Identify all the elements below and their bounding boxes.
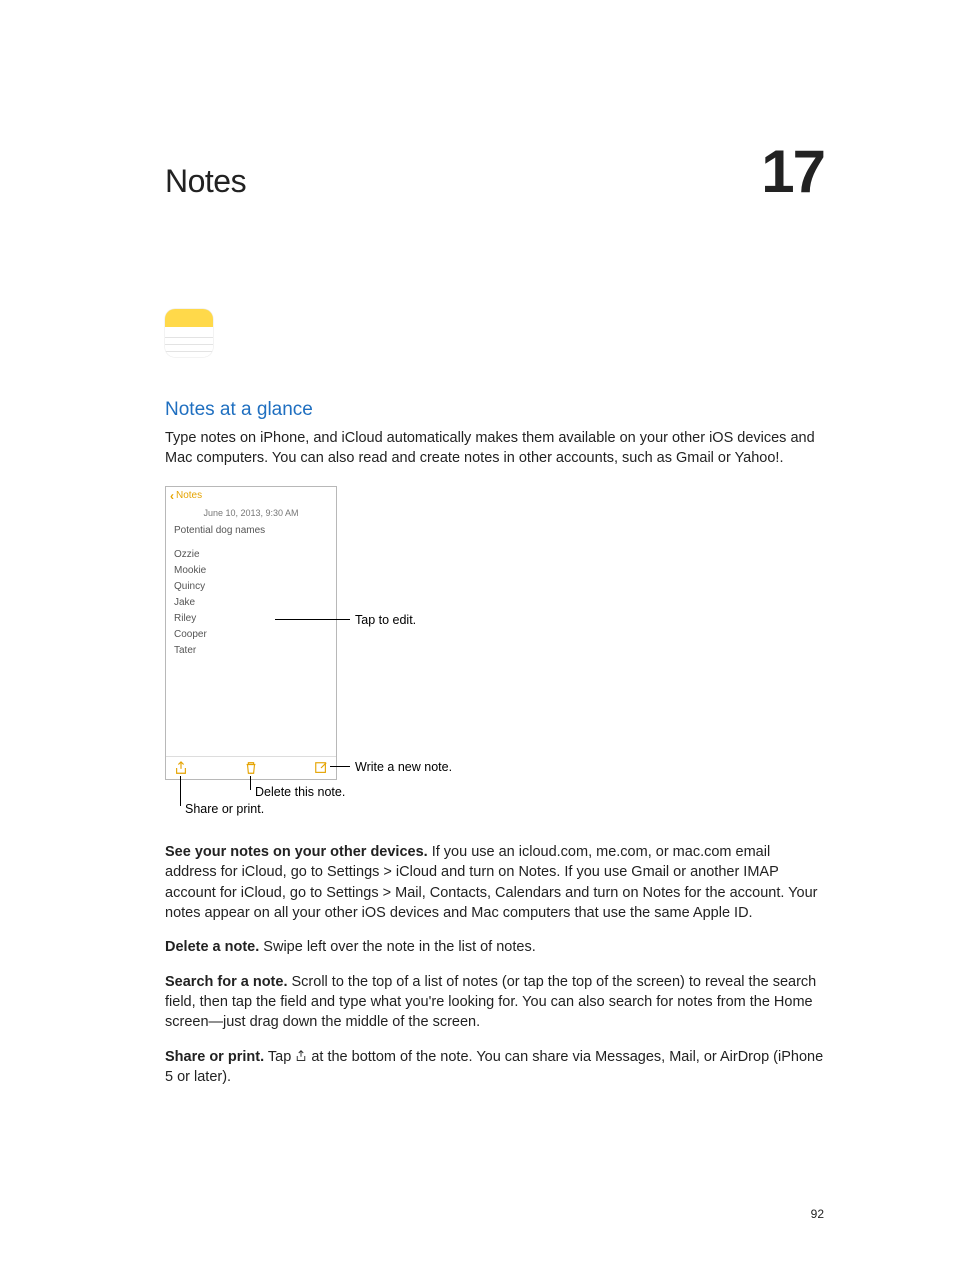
paragraph-delete: Delete a note. Swipe left over the note … (165, 937, 824, 957)
chapter-header: Notes 17 (165, 130, 824, 214)
list-item: Mookie (174, 564, 328, 578)
compose-icon (314, 761, 328, 775)
list-item: Jake (174, 596, 328, 610)
toolbar (166, 756, 336, 779)
paragraph-see-devices: See your notes on your other devices. If… (165, 842, 824, 923)
back-label: Notes (176, 489, 202, 503)
chapter-title: Notes (165, 159, 246, 204)
note-date: June 10, 2013, 9:30 AM (166, 505, 336, 524)
callout-tap-edit: Tap to edit. (355, 612, 416, 630)
paragraph-search: Search for a note. Scroll to the top of … (165, 972, 824, 1033)
screenshot-figure: ‹ Notes June 10, 2013, 9:30 AM Potential… (165, 486, 455, 826)
chapter-number: 17 (761, 130, 824, 214)
lead: Search for a note. (165, 974, 287, 990)
lead: See your notes on your other devices. (165, 844, 428, 860)
note-body: Potential dog names Ozzie Mookie Quincy … (166, 524, 336, 658)
list-item: Quincy (174, 580, 328, 594)
lead: Share or print. (165, 1049, 264, 1065)
note-title: Potential dog names (174, 524, 328, 538)
callout-write-new: Write a new note. (355, 759, 452, 777)
back-chevron-icon: ‹ (170, 488, 174, 505)
intro-paragraph: Type notes on iPhone, and iCloud automat… (165, 428, 824, 469)
list-item: Ozzie (174, 548, 328, 562)
list-item: Tater (174, 644, 328, 658)
nav-bar: ‹ Notes (166, 487, 336, 505)
callout-share: Share or print. (185, 801, 264, 819)
share-icon (295, 1048, 307, 1060)
iphone-screenshot: ‹ Notes June 10, 2013, 9:30 AM Potential… (165, 486, 337, 780)
section-title: Notes at a glance (165, 397, 824, 424)
paragraph-share: Share or print. Tap at the bottom of the… (165, 1047, 824, 1088)
notes-app-icon (165, 309, 213, 357)
trash-icon (244, 761, 258, 775)
share-icon (174, 761, 188, 775)
lead: Delete a note. (165, 939, 259, 955)
callout-delete: Delete this note. (255, 784, 345, 802)
page-number: 92 (811, 1206, 824, 1223)
list-item: Cooper (174, 628, 328, 642)
